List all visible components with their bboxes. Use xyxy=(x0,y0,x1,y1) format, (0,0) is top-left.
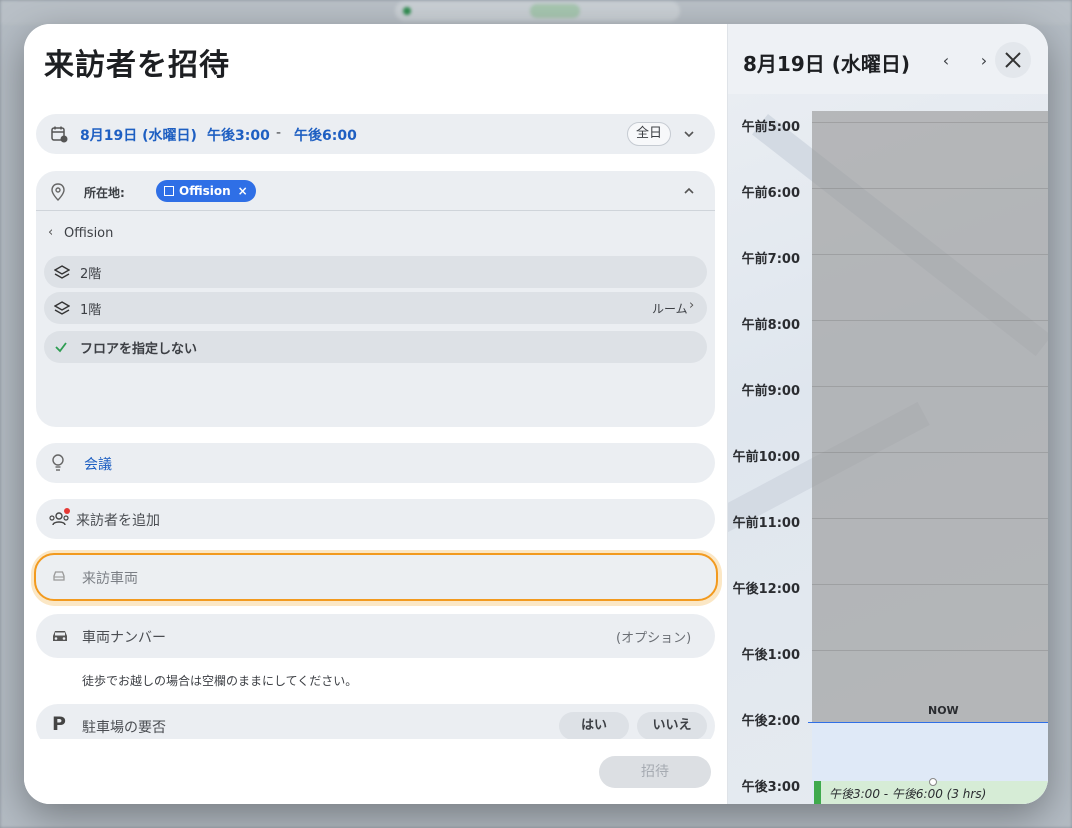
plate-number-input[interactable]: 車両ナンバー (オプション) xyxy=(36,614,715,658)
vehicle-placeholder: 来訪車両 xyxy=(82,571,138,587)
car-icon xyxy=(53,631,67,641)
chevron-up-icon[interactable] xyxy=(683,185,695,197)
date-value[interactable]: 8月19日 (水曜日) xyxy=(80,125,197,145)
map-pin-icon xyxy=(51,183,65,201)
floor-item-unspecified[interactable]: フロアを指定しない xyxy=(44,331,707,363)
close-button[interactable] xyxy=(995,42,1031,78)
chevron-left-icon: ‹ xyxy=(942,51,950,70)
meeting-label[interactable]: 会議 xyxy=(84,454,112,474)
time-label: 午前9:00 xyxy=(741,384,800,399)
invite-button[interactable]: 招待 xyxy=(599,756,711,788)
meeting-row[interactable]: 会議 xyxy=(36,443,715,483)
chevron-right-icon: › xyxy=(689,298,695,313)
building-icon xyxy=(164,186,174,196)
time-label: 午前8:00 xyxy=(741,318,800,333)
hour-gridline xyxy=(812,386,1048,387)
hour-gridline xyxy=(812,584,1048,585)
floor-item-2f[interactable]: 2階 xyxy=(44,256,707,288)
room-link[interactable]: ルーム xyxy=(652,300,688,317)
chevron-left-icon: ‹ xyxy=(48,225,54,240)
people-icon xyxy=(49,508,70,526)
location-tag-label: Offision xyxy=(179,184,231,198)
floor-label: 1階 xyxy=(80,303,102,318)
event-resize-handle[interactable] xyxy=(929,778,937,786)
layers-icon xyxy=(54,301,70,315)
time-label: 午前5:00 xyxy=(741,120,800,135)
parking-icon: P xyxy=(52,713,66,735)
chevron-right-icon: › xyxy=(980,51,988,70)
location-back-link[interactable]: ‹ Offision xyxy=(48,225,148,245)
hour-gridline xyxy=(812,188,1048,189)
location-label: 所在地: xyxy=(84,186,125,200)
lightbulb-icon xyxy=(52,454,64,471)
datetime-row[interactable]: 8月19日 (水曜日) 午後3:00 - 午後6:00 全日 xyxy=(36,114,715,154)
end-time-value[interactable]: 午後6:00 xyxy=(294,125,357,145)
close-icon xyxy=(1005,52,1021,68)
time-label: 午前6:00 xyxy=(741,186,800,201)
time-label: 午前10:00 xyxy=(732,450,800,465)
hour-gridline xyxy=(812,122,1048,123)
start-time-value[interactable]: 午後3:00 xyxy=(207,125,270,145)
location-tag: Offision × xyxy=(156,180,256,202)
hour-gridline xyxy=(812,320,1048,321)
time-label: 午前11:00 xyxy=(732,516,800,531)
location-divider xyxy=(36,210,715,211)
time-label: 午前7:00 xyxy=(741,252,800,267)
now-label: NOW xyxy=(928,704,959,717)
calendar-date-title: 8月19日 (水曜日) xyxy=(743,52,910,76)
visitor-vehicle-input[interactable]: 来訪車両 xyxy=(34,553,718,601)
time-label: 午後2:00 xyxy=(741,714,800,729)
now-indicator-line xyxy=(808,722,1048,723)
modal-title: 来訪者を招待 xyxy=(44,48,230,83)
remove-tag-icon[interactable]: × xyxy=(238,184,248,198)
hour-gridline xyxy=(812,518,1048,519)
parking-label: 駐車場の要否 xyxy=(82,720,166,736)
walk-in-hint: 徒歩でお越しの場合は空欄のままにしてください。 xyxy=(82,674,358,688)
time-separator: - xyxy=(276,125,282,141)
time-label: 午後1:00 xyxy=(741,648,800,663)
event-time-label: 午後3:00 - 午後6:00 (3 hrs) xyxy=(829,787,987,801)
past-time-shade xyxy=(812,111,1048,723)
parking-no-button[interactable]: いいえ xyxy=(637,712,707,740)
location-back-label: Offision xyxy=(64,226,114,241)
invite-visitor-modal: 来訪者を招待 8月19日 (水曜日) 午後3:00 - 午後6:00 全日 所在… xyxy=(24,24,1048,804)
chevron-down-icon[interactable] xyxy=(683,128,695,140)
plate-number-placeholder: 車両ナンバー xyxy=(82,630,166,646)
add-visitors-field[interactable]: 来訪者を追加 xyxy=(36,499,715,539)
car-icon xyxy=(53,571,65,581)
add-visitors-placeholder: 来訪者を追加 xyxy=(76,513,160,529)
calendar-clock-icon xyxy=(51,126,68,143)
hour-gridline xyxy=(812,254,1048,255)
parking-yes-button[interactable]: はい xyxy=(559,712,629,740)
time-label: 午後3:00 xyxy=(741,780,800,795)
time-label: 午後12:00 xyxy=(732,582,800,597)
location-panel: 所在地: Offision × ‹ Offision 2階 1階 ルーム › フ… xyxy=(36,171,715,427)
prev-day-button[interactable]: ‹ xyxy=(931,46,961,76)
invite-form: 来訪者を招待 8月19日 (水曜日) 午後3:00 - 午後6:00 全日 所在… xyxy=(24,24,727,804)
all-day-toggle[interactable]: 全日 xyxy=(627,122,671,146)
check-icon xyxy=(55,342,67,353)
floor-label: フロアを指定しない xyxy=(80,342,198,357)
hour-gridline xyxy=(812,452,1048,453)
day-calendar-panel: 8月19日 (水曜日) ‹ › 午前5:00 午前6:00 午前7:00 午前8… xyxy=(727,24,1048,804)
optional-hint: (オプション) xyxy=(616,631,692,646)
layers-icon xyxy=(54,265,70,279)
hour-gridline xyxy=(812,650,1048,651)
floor-item-1f[interactable]: 1階 ルーム › xyxy=(44,292,707,324)
floor-label: 2階 xyxy=(80,267,102,282)
